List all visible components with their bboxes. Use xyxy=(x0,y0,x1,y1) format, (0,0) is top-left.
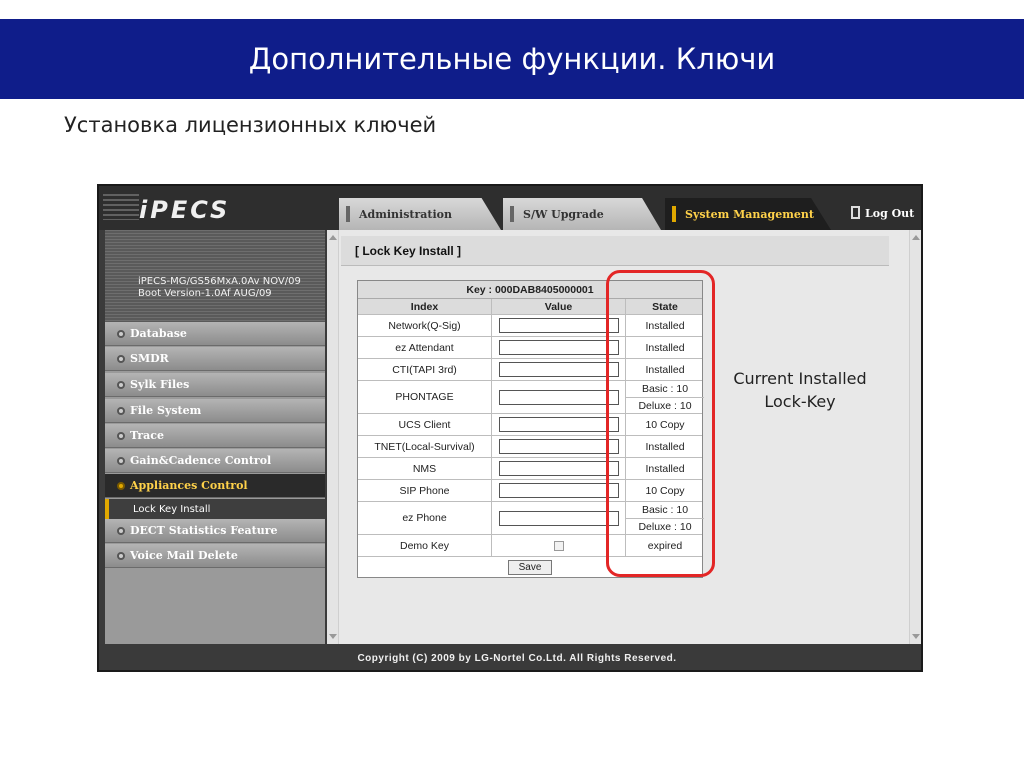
save-button[interactable]: Save xyxy=(507,559,553,575)
tab-label: System Management xyxy=(685,207,814,221)
lock-key-input[interactable] xyxy=(498,362,619,377)
bullet-icon xyxy=(117,354,125,363)
sidebar-item-smdr[interactable]: SMDR xyxy=(105,347,325,371)
bullet-icon xyxy=(117,456,125,465)
tab-system-management[interactable]: System Management xyxy=(665,198,831,230)
sidebar-item-label: Appliances Control xyxy=(130,479,248,492)
page-heading: [ Lock Key Install ] xyxy=(355,244,462,258)
logo-stripes xyxy=(103,194,139,220)
sidebar-item-trace[interactable]: Trace xyxy=(105,424,325,448)
ipecs-screenshot: iPECS Administration S/W Upgrade System … xyxy=(97,184,923,672)
sidebar-item-database[interactable]: Database xyxy=(105,322,325,346)
sidebar-item-label: Trace xyxy=(130,429,165,442)
bullet-icon xyxy=(117,329,125,338)
scroll-up-icon[interactable] xyxy=(912,235,920,240)
bullet-icon xyxy=(117,551,125,560)
sidebar-item-label: Voice Mail Delete xyxy=(130,549,238,562)
sidebar-item-gain-cadence[interactable]: Gain&Cadence Control xyxy=(105,449,325,473)
door-icon xyxy=(851,206,860,219)
sidebar-item-voice-mail-delete[interactable]: Voice Mail Delete xyxy=(105,544,325,568)
sidebar-item-label: Sylk Files xyxy=(130,378,190,391)
system-version: iPECS-MG/GS56MxA.0Av NOV/09 xyxy=(138,276,301,287)
ipecs-logo: iPECS xyxy=(139,196,231,224)
system-info-panel: iPECS-MG/GS56MxA.0Av NOV/09 Boot Version… xyxy=(105,230,325,322)
tab-marker-icon xyxy=(672,206,676,222)
row-index: CTI(TAPI 3rd) xyxy=(358,359,492,380)
sidebar-item-label: Gain&Cadence Control xyxy=(130,454,272,467)
demo-key-checkbox[interactable] xyxy=(553,540,564,551)
callout-text: Current Installed Lock-Key xyxy=(726,367,874,413)
left-scrollbar[interactable] xyxy=(327,230,339,644)
lock-key-input[interactable] xyxy=(498,439,619,454)
row-index: Network(Q-Sig) xyxy=(358,315,492,336)
row-index: NMS xyxy=(358,458,492,479)
tab-sw-upgrade[interactable]: S/W Upgrade xyxy=(503,198,661,230)
row-index: PHONTAGE xyxy=(358,381,492,413)
row-index: SIP Phone xyxy=(358,480,492,501)
header-index: Index xyxy=(358,299,492,314)
sidebar-item-file-system[interactable]: File System xyxy=(105,399,325,423)
lock-key-input[interactable] xyxy=(498,461,619,476)
scroll-down-icon[interactable] xyxy=(912,634,920,639)
sidebar-item-label: SMDR xyxy=(130,352,169,365)
bullet-icon xyxy=(117,406,125,415)
sidebar-item-label: Database xyxy=(130,327,187,340)
lock-key-input[interactable] xyxy=(498,417,619,432)
tab-marker-icon xyxy=(346,206,350,222)
lock-key-input[interactable] xyxy=(498,483,619,498)
row-index: Demo Key xyxy=(358,535,492,556)
bullet-icon xyxy=(117,526,125,535)
callout-line1: Current Installed xyxy=(733,369,867,388)
right-scrollbar[interactable] xyxy=(909,230,921,644)
slide-subtitle: Установка лицензионных ключей xyxy=(64,113,437,137)
row-index: UCS Client xyxy=(358,414,492,435)
row-index: ez Phone xyxy=(358,502,492,534)
lock-key-input[interactable] xyxy=(498,389,619,405)
scroll-up-icon[interactable] xyxy=(329,235,337,240)
copyright-footer: Copyright (C) 2009 by LG-Nortel Co.Ltd. … xyxy=(99,644,921,670)
bullet-icon xyxy=(117,481,125,490)
row-index: ez Attendant xyxy=(358,337,492,358)
lock-key-input[interactable] xyxy=(498,318,619,333)
logout-label: Log Out xyxy=(865,207,915,220)
state-column-highlight xyxy=(606,270,715,577)
boot-version: Boot Version-1.0Af AUG/09 xyxy=(138,288,272,299)
lock-key-input[interactable] xyxy=(498,510,619,526)
tab-marker-icon xyxy=(510,206,514,222)
sidebar-item-dect-statistics[interactable]: DECT Statistics Feature xyxy=(105,519,325,543)
bullet-icon xyxy=(117,380,125,389)
scroll-down-icon[interactable] xyxy=(329,634,337,639)
row-index: TNET(Local-Survival) xyxy=(358,436,492,457)
tab-label: Administration xyxy=(359,207,453,221)
page-heading-bar: [ Lock Key Install ] xyxy=(341,236,889,266)
sidebar: iPECS-MG/GS56MxA.0Av NOV/09 Boot Version… xyxy=(105,230,325,644)
tab-label: S/W Upgrade xyxy=(523,207,604,221)
sidebar-item-appliances-control[interactable]: Appliances Control xyxy=(105,474,325,498)
slide-title: Дополнительные функции. Ключи xyxy=(248,42,776,76)
sidebar-item-label: DECT Statistics Feature xyxy=(130,524,278,537)
sidebar-item-sylk-files[interactable]: Sylk Files xyxy=(105,373,325,397)
bullet-icon xyxy=(117,431,125,440)
callout-line2: Lock-Key xyxy=(764,392,836,411)
sidebar-subitem-lock-key-install[interactable]: Lock Key Install xyxy=(105,499,325,519)
sidebar-item-label: File System xyxy=(130,404,202,417)
logout-link[interactable]: Log Out xyxy=(851,206,914,220)
lock-key-input[interactable] xyxy=(498,340,619,355)
tab-administration[interactable]: Administration xyxy=(339,198,501,230)
slide-title-bar: Дополнительные функции. Ключи xyxy=(0,19,1024,99)
